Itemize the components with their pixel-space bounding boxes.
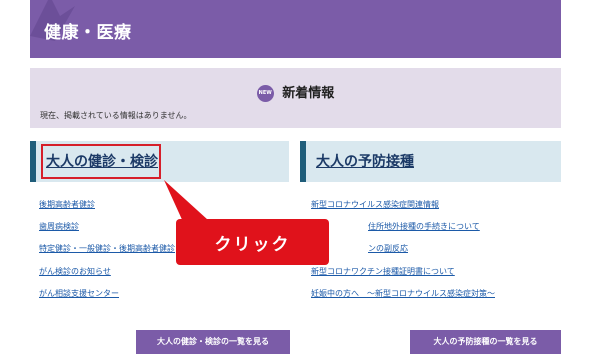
news-heading: NEW 新着情報: [30, 82, 561, 102]
page-title: 健康・医療: [44, 23, 132, 43]
heading-accent-bar: [30, 141, 36, 182]
right-link[interactable]: 新型コロナワクチン接種証明書について: [311, 266, 455, 277]
column-heading-adult-vaccination: 大人の予防接種: [300, 141, 561, 182]
section-header: 健康・医療: [30, 0, 561, 58]
right-link[interactable]: ンの副反応: [368, 243, 408, 254]
left-link[interactable]: がん検診のお知らせ: [39, 266, 111, 277]
adult-checkups-list-button[interactable]: 大人の健診・検診の一覧を見る: [136, 330, 290, 354]
highlight-box: [41, 144, 161, 179]
left-link[interactable]: 特定健診・一般健診・後期高齢者健診: [39, 243, 175, 254]
news-panel: NEW 新着情報 現在、掲載されている情報はありません。: [30, 68, 561, 128]
news-empty-message: 現在、掲載されている情報はありません。: [40, 111, 192, 120]
heading-accent-bar: [300, 141, 306, 182]
click-callout: クリック: [176, 219, 329, 265]
right-link[interactable]: 新型コロナウイルス感染症関連情報: [311, 199, 439, 210]
news-title: 新着情報: [282, 86, 335, 101]
left-link[interactable]: がん相談支援センター: [39, 288, 119, 299]
callout-text: クリック: [214, 235, 291, 255]
adult-vaccination-list-button[interactable]: 大人の予防接種の一覧を見る: [410, 330, 561, 354]
new-badge-icon: NEW: [256, 85, 274, 102]
right-link[interactable]: 住所地外接種の手続きについて: [368, 221, 480, 232]
right-link[interactable]: 妊娠中の方へ ～新型コロナウイルス感染症対策～: [311, 288, 495, 299]
adult-vaccination-title-link[interactable]: 大人の予防接種: [316, 151, 414, 171]
left-link[interactable]: 歯周病検診: [39, 221, 79, 232]
left-link[interactable]: 後期高齢者健診: [39, 199, 95, 210]
